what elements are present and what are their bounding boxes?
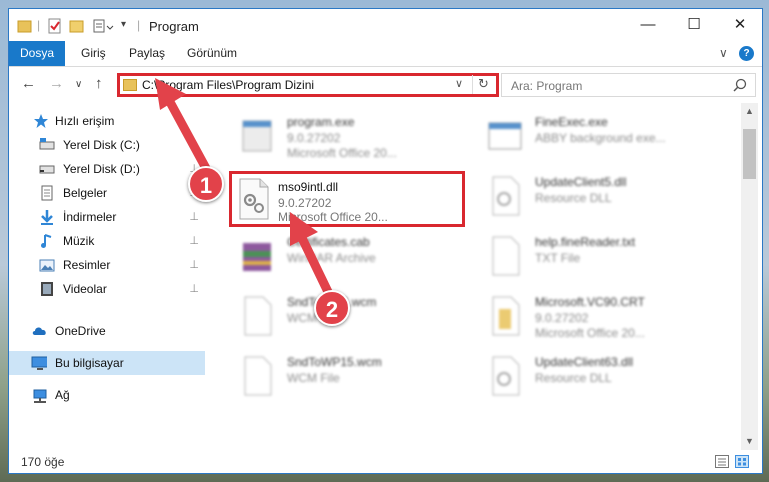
arrow-to-file [297,233,335,301]
arrow-to-address-bar [165,97,213,177]
step-marker-2: 2 [314,290,350,326]
step-marker-1: 1 [188,166,224,202]
annotation-arrows [155,78,335,301]
